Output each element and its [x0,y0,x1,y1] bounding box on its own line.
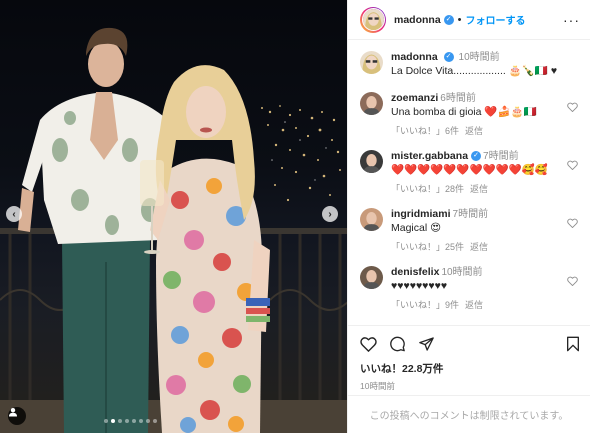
comment-time: 10時間前 [441,267,483,278]
carousel-dot [118,419,122,423]
commenter-avatar[interactable] [360,208,383,231]
chevron-left-icon: ‹ [12,208,16,220]
comment-icon[interactable] [389,336,406,352]
commenter-avatar[interactable] [360,92,383,115]
like-heart-icon[interactable] [360,336,377,352]
comment-item: denisfelix 10時間前 ♥♥♥♥♥♥♥♥♥ 「いいね！」9件 返信 [360,266,580,311]
author-username[interactable]: madonna [394,14,441,26]
caption-author-avatar[interactable] [360,51,383,74]
comment-like-heart-icon[interactable] [567,276,578,286]
post-header: madonna ✓ • フォローする ··· [348,0,590,40]
next-slide-button[interactable]: › [322,206,338,222]
photo-scene [0,27,347,433]
more-options-icon[interactable]: ··· [563,12,580,28]
user-icon [9,408,17,417]
comment-like-heart-icon[interactable] [567,218,578,228]
verified-badge-icon: ✓ [471,151,482,162]
reply-button[interactable]: 返信 [465,300,483,310]
avatar-image [360,51,383,74]
commenter-username[interactable]: ingridmiami [391,208,451,220]
comment-text: Una bomba di gioia ❤️🍰🎂🇮🇹 [391,106,537,118]
save-bookmark-icon[interactable] [566,336,580,352]
comment-text: ❤️❤️❤️❤️❤️❤️❤️❤️❤️❤️🥰🥰 [391,164,548,176]
comment-likes-link[interactable]: 「いいね！」25件 [391,242,464,252]
comment-likes-link[interactable]: 「いいね！」9件 [391,300,459,310]
commenter-username[interactable]: denisfelix [391,266,439,278]
tagged-users-button[interactable] [8,407,26,425]
carousel-dot [104,419,108,423]
caption-text: La Dolce Vita.................. 🎂🍾🇮🇹 ♥ [391,65,558,77]
caption: madonna ✓ 10時間前 La Dolce Vita...........… [360,51,580,79]
carousel-dot [153,419,157,423]
reply-button[interactable]: 返信 [470,184,488,194]
post-photo[interactable]: ‹ › [0,0,347,433]
comment-text: ♥♥♥♥♥♥♥♥♥ [391,280,448,292]
caption-username[interactable]: madonna [391,51,438,63]
commenter-username[interactable]: mister.gabbana [391,150,468,162]
commenter-avatar[interactable] [360,266,383,289]
verified-badge-icon: ✓ [443,52,454,63]
separator-dot: • [457,13,462,26]
comment-item: ingridmiami 7時間前 Magical 😍 「いいね！」25件 返信 [360,208,580,253]
comment-time: 7時間前 [483,151,519,162]
commenter-avatar[interactable] [360,150,383,173]
carousel-dot [132,419,136,423]
author-avatar[interactable] [360,6,386,33]
avatar-image [360,208,383,231]
share-send-icon[interactable] [418,336,435,352]
caption-time: 10時間前 [458,52,500,63]
comment-item: mister.gabbana ✓ 7時間前 ❤️❤️❤️❤️❤️❤️❤️❤️❤️❤️🥰… [360,150,580,195]
verified-badge-icon: ✓ [443,14,454,25]
avatar-image [360,150,383,173]
comment-item: zoemanzi 6時間前 Una bomba di gioia ❤️🍰🎂🇮🇹 「いい… [360,92,580,137]
post-side-panel: madonna ✓ • フォローする ··· madonna ✓ 10時間前 L… [347,0,590,433]
comments-list[interactable]: madonna ✓ 10時間前 La Dolce Vita...........… [348,41,590,321]
comment-time: 6時間前 [440,93,476,104]
reply-button[interactable]: 返信 [470,242,488,252]
follow-button[interactable]: フォローする [466,12,526,27]
avatar-image [362,9,384,30]
comments-disabled-notice: この投稿へのコメントは制限されています。 [348,395,590,433]
posted-time[interactable]: 10時間前 [360,380,580,392]
carousel-dot [146,419,150,423]
carousel-dot [111,419,115,423]
carousel-dot [125,419,129,423]
prev-slide-button[interactable]: ‹ [6,206,22,222]
commenter-username[interactable]: zoemanzi [391,92,438,104]
reply-button[interactable]: 返信 [465,126,483,136]
avatar-image [360,266,383,289]
comment-like-heart-icon[interactable] [567,160,578,170]
comment-like-heart-icon[interactable] [567,102,578,112]
avatar-image [360,92,383,115]
carousel-indicator [104,419,157,423]
comment-time: 7時間前 [452,209,489,220]
post-actions: いいね！22.8万件 10時間前 [348,325,590,392]
likes-count[interactable]: いいね！22.8万件 [360,361,580,376]
chevron-right-icon: › [328,208,332,220]
comment-text: Magical 😍 [391,222,442,234]
comment-container: zoemanzi 6時間前 Una bomba di gioia ❤️🍰🎂🇮🇹 「いい… [360,92,580,311]
carousel-dot [139,419,143,423]
comment-likes-link[interactable]: 「いいね！」28件 [391,184,464,194]
comment-likes-link[interactable]: 「いいね！」6件 [391,126,459,136]
